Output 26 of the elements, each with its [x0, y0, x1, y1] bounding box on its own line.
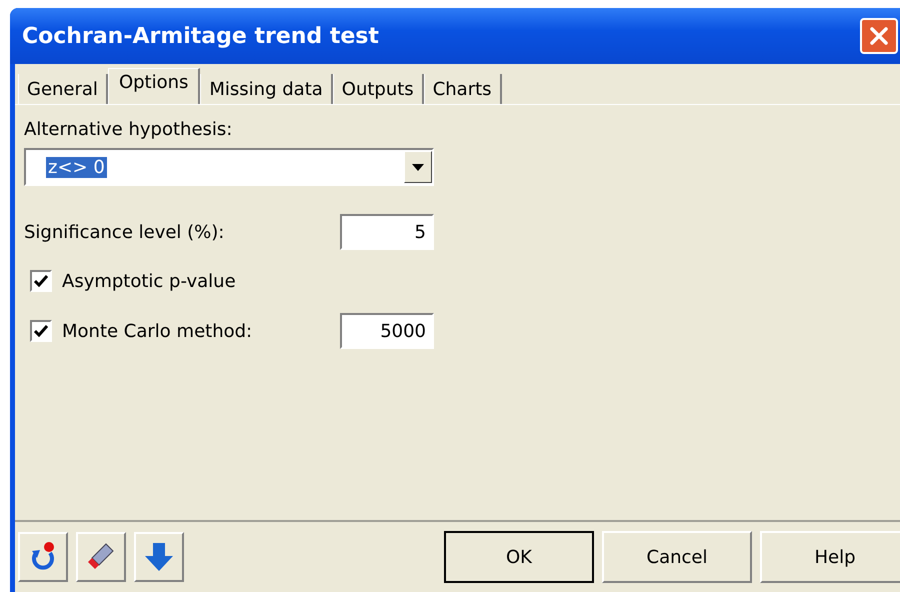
down-arrow-button[interactable] [134, 532, 184, 582]
checkmark-icon [34, 275, 48, 287]
checkbox-label: Monte Carlo method: [62, 320, 254, 342]
dialog-button[interactable]: Help [760, 531, 900, 583]
dialog-button[interactable]: OK [444, 531, 594, 583]
close-icon [868, 25, 890, 47]
field-label: Significance level (%): [24, 222, 224, 242]
down-arrow-icon [144, 541, 174, 573]
tab[interactable]: Charts [424, 74, 502, 104]
tab[interactable]: Options [108, 68, 200, 104]
checkbox[interactable] [30, 320, 52, 342]
close-button[interactable] [860, 18, 898, 54]
checkmark-icon [34, 325, 48, 337]
dialog-button[interactable]: Cancel [602, 531, 752, 583]
reset-button[interactable] [18, 532, 68, 582]
hypothesis-dropdown[interactable]: z<> 0 [24, 148, 434, 186]
iterations-input[interactable]: 5000 [340, 313, 434, 349]
significance-input[interactable]: 5 [340, 214, 434, 250]
checkbox[interactable] [30, 270, 52, 292]
tab[interactable]: Outputs [332, 74, 424, 104]
field-label: Alternative hypothesis: [24, 119, 234, 140]
tab[interactable]: Missing data [200, 74, 333, 104]
checkbox-label: Asymptotic p-value [62, 270, 237, 292]
tab[interactable]: General [18, 74, 108, 104]
window-title: Cochran-Armitage trend test [22, 24, 380, 48]
eraser-button[interactable] [76, 532, 126, 582]
